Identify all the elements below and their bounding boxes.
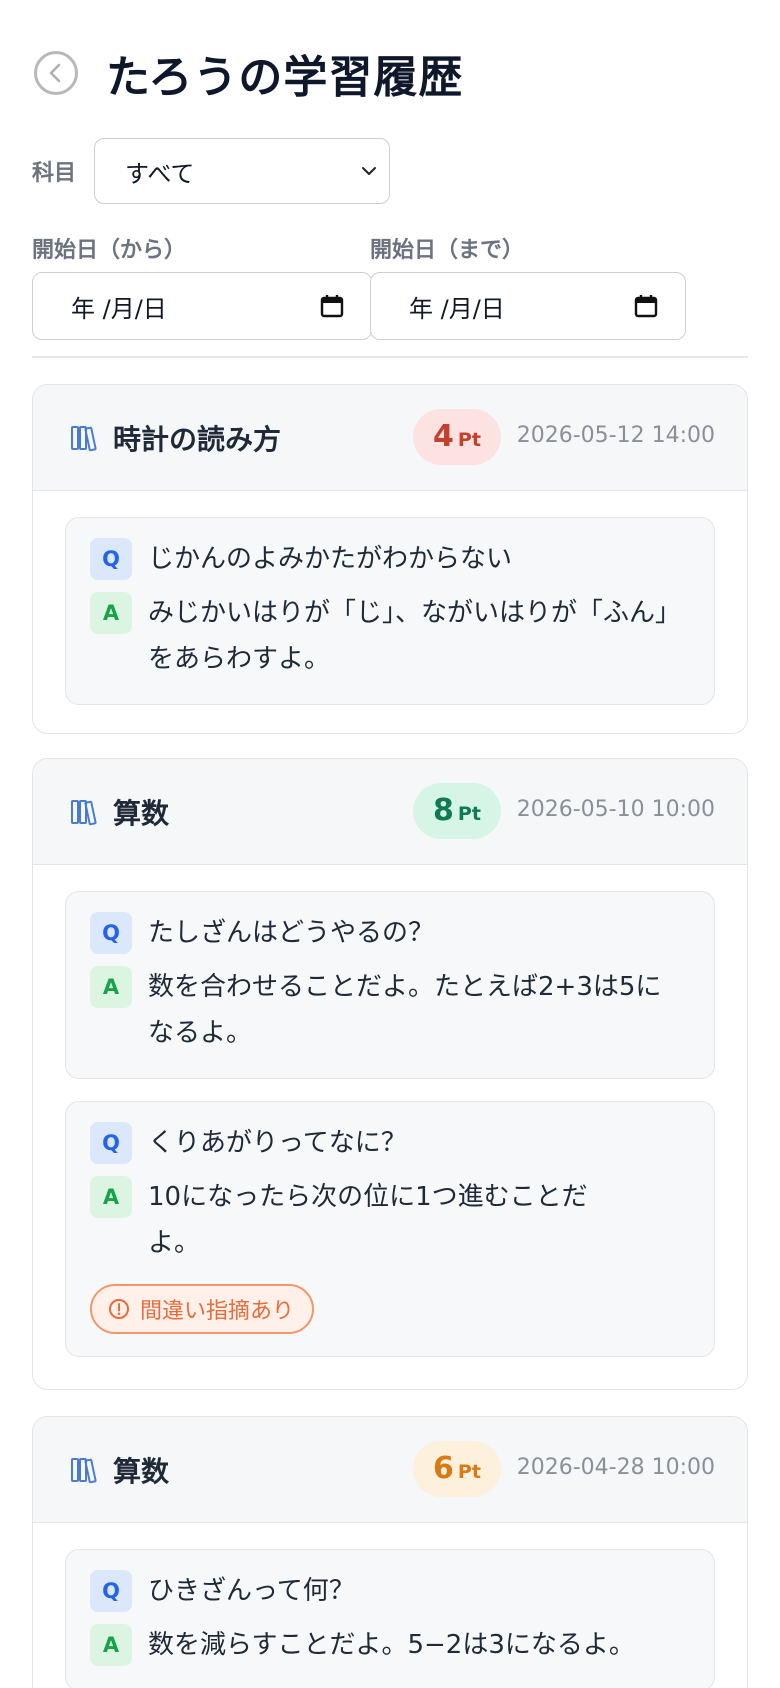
question-row: Q くりあがりってなに？	[90, 1122, 690, 1166]
points-badge: 8 Pt	[413, 783, 501, 839]
answer-text: 10になったら次の位に1つ進むことだよ。	[148, 1182, 588, 1258]
answer-row: A 10になったら次の位に1つ進むことだよ。	[90, 1176, 690, 1266]
subject-filter: 科目 すべて	[32, 138, 391, 204]
q-tag: Q	[90, 1122, 132, 1164]
points-unit: Pt	[457, 1461, 481, 1483]
card-title: 算数	[113, 796, 170, 830]
card-header: 時計の読み方 4 Pt 2026-05-12 14:00	[33, 385, 747, 491]
page-header: たろうの学習履歴	[34, 44, 464, 103]
card-date: 2026-05-10 10:00	[516, 797, 715, 822]
a-tag: A	[90, 592, 132, 634]
answer-text: みじかいはりが「じ」、ながいはりが「ふん」をあらわすよ。	[148, 598, 682, 674]
start-from-label: 開始日（から）	[32, 238, 187, 263]
points-badge: 4 Pt	[413, 409, 501, 465]
warning-label: 間違い指摘あり	[140, 1299, 295, 1324]
start-from-date-input[interactable]: 年 /月/日	[32, 272, 372, 340]
start-to-filter: 開始日（まで） 年 /月/日	[370, 232, 686, 340]
answer-text: 数を合わせることだよ。たとえば2+3は5になるよ。	[148, 972, 662, 1048]
calendar-icon[interactable]	[633, 293, 659, 319]
q-tag: Q	[90, 912, 132, 954]
history-card[interactable]: 時計の読み方 4 Pt 2026-05-12 14:00 Q じかんのよみかたが…	[32, 384, 748, 734]
warning-badge[interactable]: 間違い指摘あり	[90, 1284, 315, 1334]
history-card[interactable]: 算数 6 Pt 2026-04-28 10:00 Q ひきざんって何？ A 数を…	[32, 1416, 748, 1688]
points-value: 4	[433, 419, 454, 454]
subject-select[interactable]: すべて	[94, 138, 391, 204]
subject-value: すべて	[125, 159, 195, 188]
points-unit: Pt	[457, 429, 481, 451]
answer-row: A みじかいはりが「じ」、ながいはりが「ふん」をあらわすよ。	[90, 592, 690, 682]
points-value: 6	[433, 1451, 454, 1486]
question-row: Q じかんのよみかたがわからない	[90, 538, 690, 582]
card-title: 算数	[113, 1454, 170, 1488]
card-date: 2026-05-12 14:00	[516, 423, 715, 448]
points-badge: 6 Pt	[413, 1441, 501, 1497]
a-tag: A	[90, 1176, 132, 1218]
date-placeholder: 年 /月/日	[71, 294, 167, 323]
points-unit: Pt	[457, 803, 481, 825]
qa-item: Q じかんのよみかたがわからない A みじかいはりが「じ」、ながいはりが「ふん」…	[65, 517, 715, 705]
filter-divider	[32, 356, 748, 358]
start-to-label: 開始日（まで）	[370, 238, 525, 263]
start-to-date-input[interactable]: 年 /月/日	[370, 272, 686, 340]
a-tag: A	[90, 966, 132, 1008]
card-header: 算数 8 Pt 2026-05-10 10:00	[33, 759, 747, 865]
points-value: 8	[433, 793, 454, 828]
answer-row: A 数を減らすことだよ。5−2は3になるよ。	[90, 1624, 690, 1668]
history-card[interactable]: 算数 8 Pt 2026-05-10 10:00 Q たしざんはどうやるの？ A…	[32, 758, 748, 1390]
page-title: たろうの学習履歴	[106, 52, 464, 103]
books-icon	[71, 1457, 97, 1483]
books-icon	[71, 799, 97, 825]
calendar-icon[interactable]	[319, 293, 345, 319]
card-date: 2026-04-28 10:00	[516, 1455, 715, 1480]
q-tag: Q	[90, 1570, 132, 1612]
qa-item: Q くりあがりってなに？ A 10になったら次の位に1つ進むことだよ。 間違い指…	[65, 1101, 715, 1357]
card-title: 時計の読み方	[113, 422, 282, 456]
date-placeholder: 年 /月/日	[409, 294, 505, 323]
question-text: くりあがりってなに？	[148, 1128, 407, 1158]
books-icon	[71, 425, 97, 451]
start-from-filter: 開始日（から） 年 /月/日	[32, 232, 372, 340]
alert-circle-icon	[109, 1299, 129, 1319]
history-page: たろうの学習履歴 科目 すべて 開始日（から） 年 /月/日 開始日（まで） 年…	[0, 0, 780, 1688]
a-tag: A	[90, 1624, 132, 1666]
back-button[interactable]	[34, 51, 78, 95]
qa-item: Q たしざんはどうやるの？ A 数を合わせることだよ。たとえば2+3は5になるよ…	[65, 891, 715, 1079]
chevron-left-icon	[49, 63, 61, 83]
answer-row: A 数を合わせることだよ。たとえば2+3は5になるよ。	[90, 966, 690, 1056]
subject-label: 科目	[32, 161, 77, 186]
question-text: じかんのよみかたがわからない	[148, 544, 513, 574]
answer-text: 数を減らすことだよ。5−2は3になるよ。	[148, 1630, 635, 1660]
question-text: たしざんはどうやるの？	[148, 918, 435, 948]
question-row: Q たしざんはどうやるの？	[90, 912, 690, 956]
card-header: 算数 6 Pt 2026-04-28 10:00	[33, 1417, 747, 1523]
q-tag: Q	[90, 538, 132, 580]
question-text: ひきざんって何？	[148, 1576, 355, 1606]
chevron-down-icon	[362, 167, 377, 175]
question-row: Q ひきざんって何？	[90, 1570, 690, 1614]
qa-item: Q ひきざんって何？ A 数を減らすことだよ。5−2は3になるよ。	[65, 1549, 715, 1688]
